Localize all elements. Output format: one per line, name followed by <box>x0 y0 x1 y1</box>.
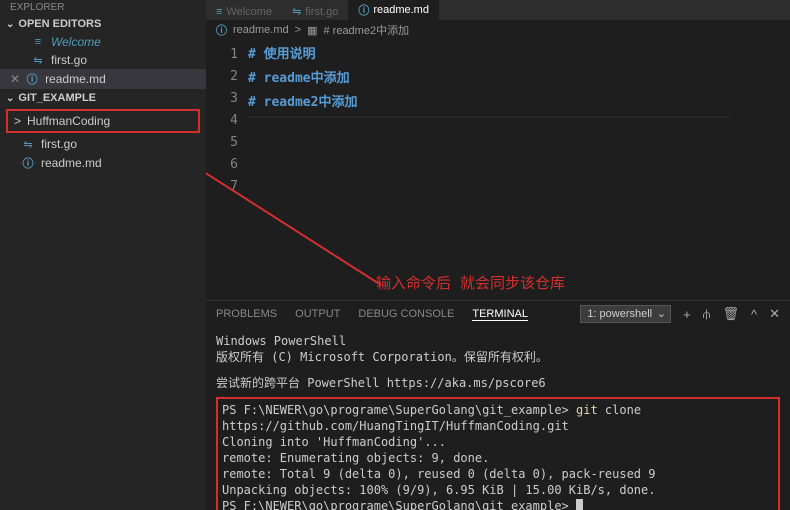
go-file-icon: ⇋ <box>292 5 301 18</box>
tab-problems[interactable]: PROBLEMS <box>216 308 277 320</box>
term-line: 版权所有 (C) Microsoft Corporation。保留所有权利。 <box>216 349 780 365</box>
terminal-output[interactable]: Windows PowerShell 版权所有 (C) Microsoft Co… <box>206 327 790 510</box>
annotation-text: 输入命令后 就会同步该仓库 <box>376 272 565 293</box>
symbol-icon: ▦ <box>307 24 317 37</box>
term-line: Unpacking objects: 100% (9/9), 6.95 KiB … <box>222 482 774 498</box>
welcome-icon: ≡ <box>30 36 46 48</box>
main-area: ≡ Welcome ⇋ first.go ⓘ readme.md ⓘ readme.m… <box>206 0 790 510</box>
tab-label: Welcome <box>226 6 272 18</box>
new-terminal-icon[interactable]: + <box>683 307 691 322</box>
code-line: # readme中添加 <box>248 71 350 86</box>
markdown-file-icon: ⓘ <box>20 155 36 171</box>
file-label: first.go <box>51 53 87 67</box>
tab-debug-console[interactable]: DEBUG CONSOLE <box>358 308 454 320</box>
panel-tabs: PROBLEMS OUTPUT DEBUG CONSOLE TERMINAL 1… <box>206 301 790 327</box>
tab-label: first.go <box>305 6 338 18</box>
file-readme[interactable]: ⓘ readme.md <box>0 153 206 173</box>
line-number: 6 <box>206 154 248 176</box>
term-line: PS F:\NEWER\go\programe\SuperGolang\git_… <box>222 402 774 434</box>
open-editor-welcome[interactable]: ≡ Welcome <box>0 33 206 51</box>
welcome-icon: ≡ <box>216 6 222 18</box>
chevron-right-icon: > <box>14 114 21 128</box>
go-file-icon: ⇋ <box>30 54 46 67</box>
trash-icon[interactable]: 🗑 <box>722 306 739 322</box>
tab-terminal[interactable]: TERMINAL <box>472 308 528 321</box>
open-editors-header[interactable]: ⌄ OPEN EDITORS <box>0 15 206 33</box>
breadcrumb-file: readme.md <box>233 24 289 36</box>
workspace-label: GIT_EXAMPLE <box>18 92 96 104</box>
close-icon[interactable]: ✕ <box>10 72 20 86</box>
markdown-file-icon: ⓘ <box>358 2 369 18</box>
term-line: Windows PowerShell <box>216 333 780 349</box>
explorer-sidebar: EXPLORER ⌄ OPEN EDITORS ≡ Welcome ⇋ firs… <box>0 0 206 510</box>
file-firstgo[interactable]: ⇋ first.go <box>0 135 206 153</box>
shell-selector[interactable]: 1: powershell <box>580 305 671 323</box>
line-number: 1 <box>206 44 248 66</box>
chevron-down-icon: ⌄ <box>6 19 14 30</box>
term-line: Cloning into 'HuffmanCoding'... <box>222 434 774 450</box>
maximize-icon[interactable]: ^ <box>751 307 757 322</box>
markdown-file-icon: ⓘ <box>24 71 40 87</box>
open-editor-firstgo[interactable]: ⇋ first.go <box>0 51 206 69</box>
annotation-terminal-box: PS F:\NEWER\go\programe\SuperGolang\git_… <box>216 397 780 510</box>
file-label: first.go <box>41 137 77 151</box>
tab-firstgo[interactable]: ⇋ first.go <box>282 3 348 20</box>
file-label: readme.md <box>41 156 102 170</box>
chevron-right-icon: > <box>295 24 301 36</box>
editor-tabs: ≡ Welcome ⇋ first.go ⓘ readme.md <box>206 0 790 20</box>
markdown-file-icon: ⓘ <box>216 22 227 38</box>
open-editor-readme-active[interactable]: ✕ ⓘ readme.md <box>0 69 206 89</box>
annotation-highlight-box: > HuffmanCoding <box>6 109 200 133</box>
explorer-title: EXPLORER <box>0 0 206 15</box>
file-label: Welcome <box>51 35 101 49</box>
open-editors-label: OPEN EDITORS <box>18 18 101 30</box>
term-line: PS F:\NEWER\go\programe\SuperGolang\git_… <box>222 498 774 510</box>
file-label: readme.md <box>45 72 106 86</box>
tab-output[interactable]: OUTPUT <box>295 308 340 320</box>
line-gutter: 1 2 3 4 5 6 7 <box>206 40 248 300</box>
term-line: remote: Total 9 (delta 0), reused 0 (del… <box>222 466 774 482</box>
folder-huffmancoding[interactable]: > HuffmanCoding <box>8 111 198 131</box>
breadcrumb[interactable]: ⓘ readme.md > ▦ # readme2中添加 <box>206 20 790 40</box>
close-panel-icon[interactable]: ✕ <box>769 306 780 322</box>
tab-readme-active[interactable]: ⓘ readme.md <box>348 0 439 20</box>
code-content[interactable]: # 使用说明 # readme中添加 # readme2中添加 <box>248 40 730 300</box>
go-file-icon: ⇋ <box>20 138 36 151</box>
line-number: 2 <box>206 66 248 88</box>
bottom-panel: PROBLEMS OUTPUT DEBUG CONSOLE TERMINAL 1… <box>206 300 790 510</box>
minimap[interactable] <box>730 40 790 300</box>
term-line: remote: Enumerating objects: 9, done. <box>222 450 774 466</box>
breadcrumb-section: # readme2中添加 <box>323 22 409 38</box>
tab-label: readme.md <box>373 4 429 16</box>
code-line: # readme2中添加 <box>248 95 357 110</box>
folder-label: HuffmanCoding <box>27 114 110 128</box>
line-number: 3 <box>206 88 248 110</box>
code-editor[interactable]: 1 2 3 4 5 6 7 # 使用说明 # readme中添加 # readm… <box>206 40 790 300</box>
term-line: 尝试新的跨平台 PowerShell https://aka.ms/pscore… <box>216 375 780 391</box>
tab-welcome[interactable]: ≡ Welcome <box>206 4 282 20</box>
line-number: 4 <box>206 110 248 132</box>
split-terminal-icon[interactable]: ⫛ <box>703 306 711 322</box>
workspace-header[interactable]: ⌄ GIT_EXAMPLE <box>0 89 206 107</box>
code-line: # 使用说明 <box>248 47 316 62</box>
chevron-down-icon: ⌄ <box>6 93 14 104</box>
line-number: 5 <box>206 132 248 154</box>
line-number: 7 <box>206 176 248 198</box>
